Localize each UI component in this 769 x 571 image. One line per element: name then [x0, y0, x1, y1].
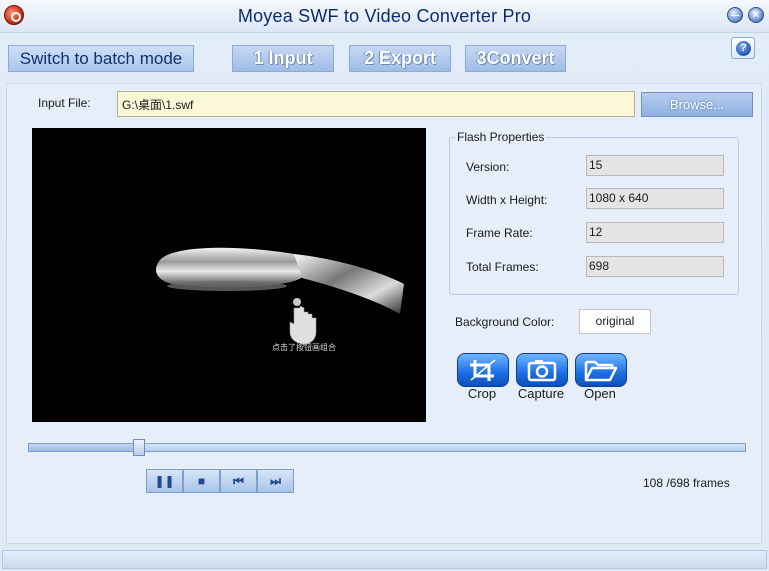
dimensions-label: Width x Height:	[466, 193, 548, 207]
frame-rate-label: Frame Rate:	[466, 226, 533, 240]
minimize-icon: —	[730, 10, 740, 20]
crop-label: Crop	[467, 386, 497, 401]
export-step-button[interactable]: 2 Export	[349, 45, 451, 72]
input-file-field[interactable]	[117, 91, 635, 117]
minimize-button[interactable]: —	[727, 7, 743, 23]
camera-icon	[527, 360, 557, 382]
app-window: Moyea SWF to Video Converter Pro — ✕ ? S…	[0, 0, 769, 571]
preview-caption: 点击了按钮画组合	[272, 343, 336, 352]
dimensions-value: 1080 x 640	[586, 188, 724, 209]
input-file-label: Input File:	[38, 96, 91, 110]
video-preview: 点击了按钮画组合	[32, 128, 426, 422]
pause-button[interactable]: ❚❚	[146, 469, 183, 493]
crop-button[interactable]	[457, 353, 509, 387]
capture-label: Capture	[517, 386, 565, 401]
switch-batch-mode-button[interactable]: Switch to batch mode	[8, 45, 194, 72]
pause-icon: ❚❚	[154, 474, 175, 488]
help-icon: ?	[736, 41, 751, 56]
convert-step-button[interactable]: 3Convert	[465, 45, 566, 72]
title-bar: Moyea SWF to Video Converter Pro — ✕	[0, 0, 769, 33]
capture-button[interactable]	[516, 353, 568, 387]
browse-button[interactable]: Browse...	[641, 92, 753, 117]
frame-counter: 108 /698 frames	[643, 476, 730, 490]
input-step-button[interactable]: 1 Input	[232, 45, 334, 72]
preview-frame-image	[156, 247, 404, 345]
previous-button[interactable]: ⏮	[220, 469, 257, 493]
close-icon: ✕	[751, 10, 761, 21]
folder-open-icon	[584, 360, 618, 382]
background-color-label: Background Color:	[455, 315, 555, 329]
next-icon: ⏭	[270, 474, 281, 488]
previous-icon: ⏮	[233, 474, 244, 488]
stop-icon: ■	[197, 474, 206, 488]
total-frames-label: Total Frames:	[466, 260, 539, 274]
stop-button[interactable]: ■	[183, 469, 220, 493]
total-frames-value: 698	[586, 256, 724, 277]
status-bar	[2, 550, 767, 569]
open-button[interactable]	[575, 353, 627, 387]
help-button[interactable]: ?	[731, 37, 755, 59]
open-label: Open	[584, 386, 616, 401]
version-value: 15	[586, 155, 724, 176]
timeline-progress	[29, 444, 140, 451]
timeline-thumb[interactable]	[132, 439, 145, 456]
window-title: Moyea SWF to Video Converter Pro	[237, 6, 532, 26]
background-color-select[interactable]: original	[579, 309, 651, 334]
frame-rate-value: 12	[586, 222, 724, 243]
close-button[interactable]: ✕	[748, 7, 764, 23]
flash-properties-legend: Flash Properties	[455, 130, 547, 144]
version-label: Version:	[466, 160, 510, 174]
next-button[interactable]: ⏭	[257, 469, 294, 493]
crop-icon	[470, 359, 496, 381]
